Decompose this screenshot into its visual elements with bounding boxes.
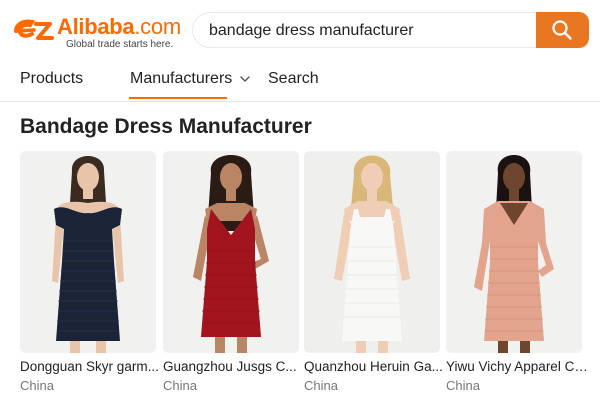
supplier-card[interactable]: Yiwu Vichy Apparel Co... China: [446, 151, 588, 396]
supplier-name[interactable]: Yiwu Vichy Apparel Co...: [446, 359, 588, 374]
supplier-card[interactable]: Dongguan Skyr garm... China: [20, 151, 159, 396]
supplier-country: China: [20, 378, 54, 393]
tab-products[interactable]: Products: [20, 70, 83, 88]
product-image[interactable]: [163, 151, 299, 353]
dress-model-image: [20, 151, 156, 353]
logo-wordmark: Alibaba.com: [57, 14, 181, 39]
supplier-card[interactable]: Guangzhou Jusgs C... China: [163, 151, 299, 396]
search-input[interactable]: [209, 19, 529, 43]
supplier-name[interactable]: Dongguan Skyr garm...: [20, 359, 162, 374]
supplier-country: China: [446, 378, 480, 393]
product-image[interactable]: [304, 151, 440, 353]
category-tabs: Products Manufacturers Search: [0, 60, 600, 102]
supplier-card[interactable]: Quanzhou Heruin Ga... China: [304, 151, 443, 396]
search-bar: [192, 11, 589, 48]
logo-tagline: Global trade starts here.: [66, 39, 174, 50]
search-icon: [552, 19, 572, 40]
supplier-name[interactable]: Guangzhou Jusgs C...: [163, 359, 305, 374]
chevron-down-icon[interactable]: [239, 74, 251, 84]
tab-search[interactable]: Search: [268, 70, 319, 88]
supplier-country: China: [304, 378, 338, 393]
header: Alibaba.com Global trade starts here.: [0, 0, 600, 60]
dress-model-image: [446, 151, 582, 353]
dress-model-image: [163, 151, 299, 353]
supplier-country: China: [163, 378, 197, 393]
supplier-name[interactable]: Quanzhou Heruin Ga...: [304, 359, 446, 374]
search-button[interactable]: [535, 11, 589, 48]
alibaba-logo[interactable]: Alibaba.com Global trade starts here.: [10, 12, 181, 52]
dress-model-image: [304, 151, 440, 353]
alibaba-logo-icon: [14, 19, 54, 40]
page-title: Bandage Dress Manufacturer: [20, 115, 312, 138]
product-image[interactable]: [20, 151, 156, 353]
active-tab-indicator: [129, 97, 227, 99]
product-image[interactable]: [446, 151, 582, 353]
tab-manufacturers[interactable]: Manufacturers: [130, 70, 232, 88]
